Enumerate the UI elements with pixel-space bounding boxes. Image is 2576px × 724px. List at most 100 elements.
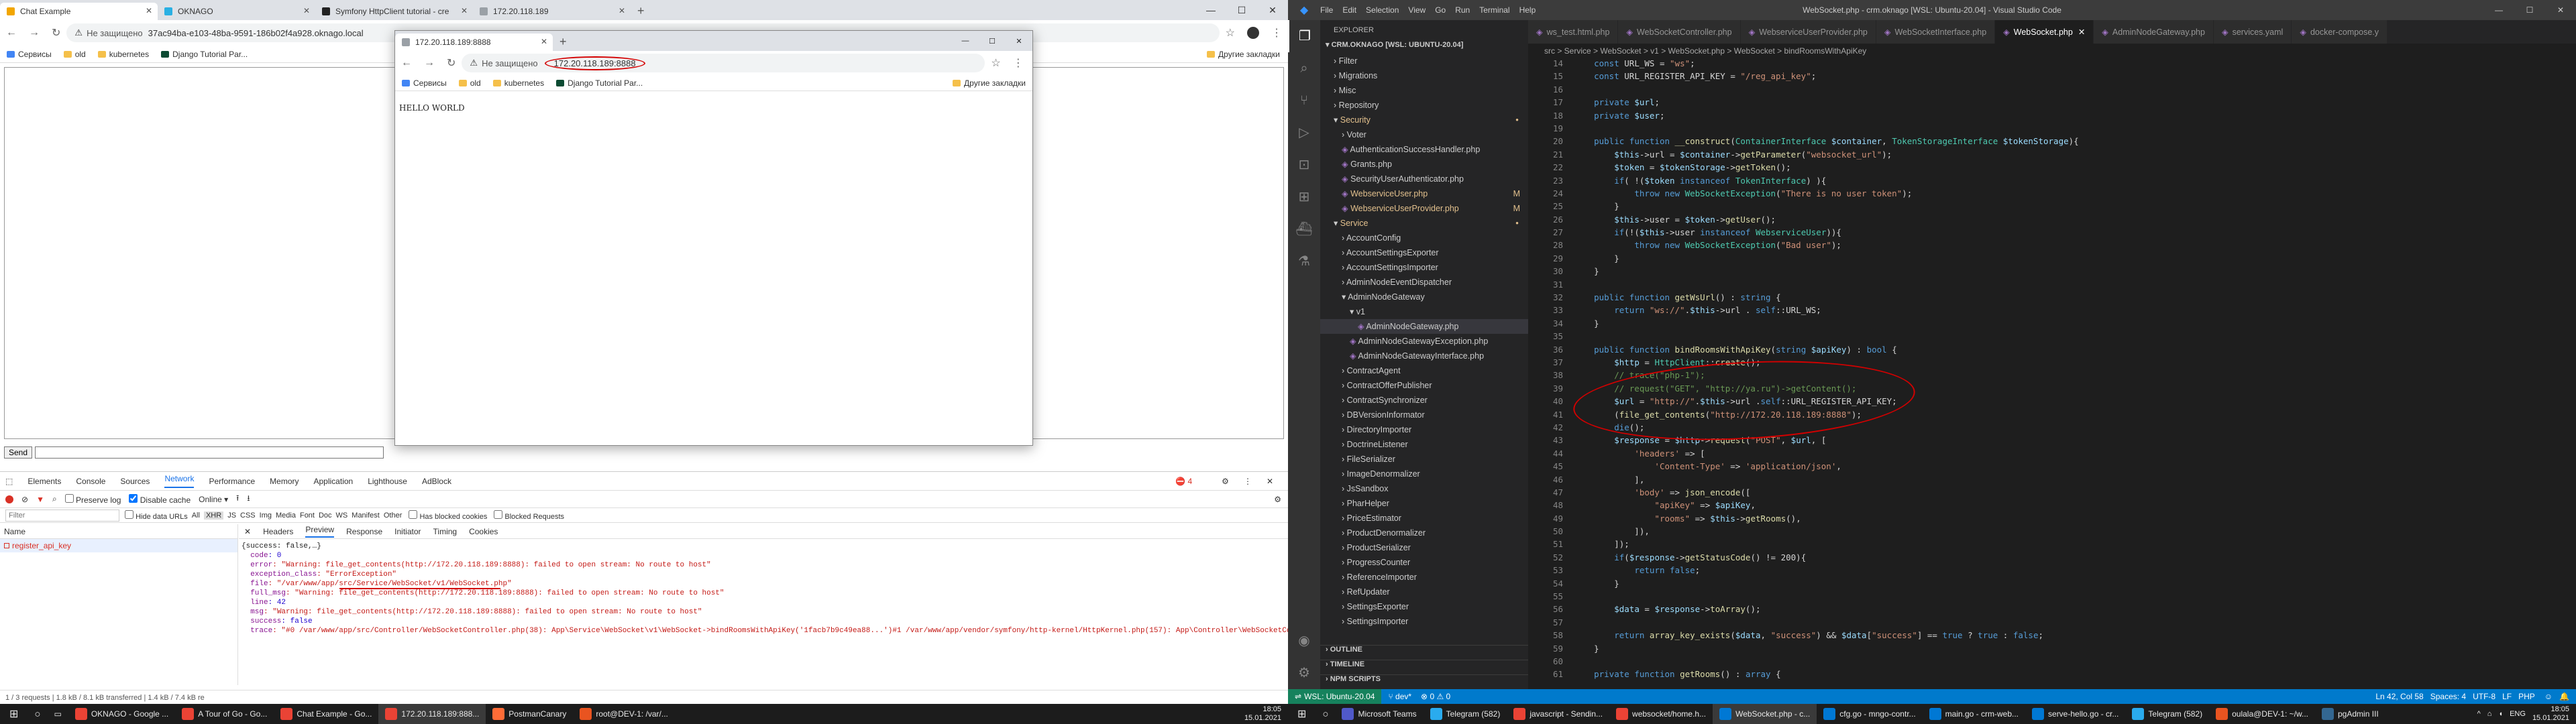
tree-item[interactable]: › SettingsImporter [1320, 614, 1528, 629]
tree-item[interactable]: › Misc [1320, 83, 1528, 98]
taskbar-app[interactable]: PostmanCanary [486, 704, 573, 724]
code-line[interactable]: 59 } [1528, 644, 2576, 656]
search-icon[interactable]: ⌕ [1288, 52, 1320, 84]
filter-manifest[interactable]: Manifest [352, 511, 380, 520]
bookmark-django[interactable]: Django Tutorial Par... [556, 78, 643, 88]
menu-icon[interactable]: ⋮ [1271, 26, 1282, 40]
tree-item[interactable]: › JsSandbox [1320, 481, 1528, 496]
other-bookmarks[interactable]: Другие закладки [1207, 50, 1280, 59]
editor-tab[interactable]: ◈ services.yaml [2213, 20, 2292, 44]
tree-item[interactable]: › ReferenceImporter [1320, 570, 1528, 585]
back-icon[interactable]: ← [401, 57, 412, 69]
start-button[interactable]: ⊞ [1288, 704, 1316, 724]
close-icon[interactable]: ✕ [303, 6, 310, 15]
close-icon[interactable]: ✕ [244, 527, 251, 536]
tab-preview[interactable]: Preview [305, 525, 335, 538]
tree-item[interactable]: › ProductDenormalizer [1320, 526, 1528, 540]
filter-other[interactable]: Other [384, 511, 402, 520]
tree-item[interactable]: › ImageDenormalizer [1320, 467, 1528, 481]
tree-item[interactable]: › DirectoryImporter [1320, 422, 1528, 437]
task-view-icon[interactable]: ▭ [47, 704, 68, 724]
code-line[interactable]: 35 [1528, 331, 2576, 344]
preserve-log-checkbox[interactable]: Preserve log [64, 493, 121, 505]
close-icon[interactable]: ✕ [541, 37, 547, 46]
close-window-icon[interactable]: ✕ [1006, 37, 1032, 46]
close-window-icon[interactable]: ✕ [2545, 5, 2576, 15]
tree-item[interactable]: › ContractSynchronizer [1320, 393, 1528, 408]
code-line[interactable]: 60 [1528, 656, 2576, 669]
new-tab-button[interactable]: + [553, 35, 574, 49]
code-line[interactable]: 16 [1528, 84, 2576, 97]
tab-application[interactable]: Application [314, 477, 354, 486]
editor-tab[interactable]: ◈ WebSocket.php ✕ [1995, 20, 2094, 44]
code-line[interactable]: 57 [1528, 617, 2576, 630]
tree-item[interactable]: ▾ Security ● [1320, 113, 1528, 127]
tab-initiator[interactable]: Initiator [394, 527, 421, 536]
notifications-icon[interactable]: 🔔 [2559, 692, 2569, 701]
editor-tab[interactable]: ◈ WebserviceUserProvider.php [1740, 20, 1876, 44]
git-branch[interactable]: ⑂ dev* [1388, 692, 1411, 701]
editor-tab[interactable]: ◈ WebSocketInterface.php [1876, 20, 1996, 44]
filter-css[interactable]: CSS [240, 511, 256, 520]
network-icon[interactable]: ⌂ [2487, 710, 2492, 719]
tree-item[interactable]: ◈ Grants.php [1320, 157, 1528, 172]
tree-item[interactable]: ◈ WebserviceUserProvider.php M [1320, 201, 1528, 216]
problems-indicator[interactable]: ⊗ 0 ⚠ 0 [1421, 692, 1450, 701]
tab-symfony[interactable]: Symfony HttpClient tutorial - cre ✕ [315, 3, 473, 20]
filter-icon[interactable]: ▼ [36, 495, 44, 504]
filter-js[interactable]: JS [227, 511, 236, 520]
tree-item[interactable]: ◈ WebserviceUser.php M [1320, 186, 1528, 201]
remote-explorer-icon[interactable]: ⊡ [1288, 149, 1320, 181]
menu-terminal[interactable]: Terminal [1479, 5, 1509, 15]
devtools-icon[interactable]: ⬚ [5, 477, 13, 486]
tab-timing[interactable]: Timing [433, 527, 458, 536]
code-line[interactable]: 49 "rooms" => $this->getRooms(), [1528, 514, 2576, 526]
taskbar-app[interactable]: main.go - crm-web... [1923, 704, 2025, 724]
taskbar-app[interactable]: oulala@DEV-1: ~/w... [2209, 704, 2315, 724]
code-line[interactable]: 24 throw new WebSocketException("There i… [1528, 188, 2576, 201]
taskbar-app[interactable]: root@DEV-1: /var/... [573, 704, 675, 724]
tab-popup-ip[interactable]: 172.20.118.189:8888 ✕ [395, 34, 553, 51]
code-line[interactable]: 55 [1528, 591, 2576, 604]
tree-item[interactable]: ◈ SecurityUserAuthenticator.php [1320, 172, 1528, 186]
code-line[interactable]: 30 } [1528, 266, 2576, 279]
tree-item[interactable]: › ContractAgent [1320, 363, 1528, 378]
bookmark-kubernetes[interactable]: kubernetes [492, 78, 544, 88]
tree-item[interactable]: › AccountSettingsImporter [1320, 260, 1528, 275]
code-line[interactable]: 36 public function bindRoomsWithApiKey(s… [1528, 345, 2576, 357]
tab-headers[interactable]: Headers [263, 527, 293, 536]
taskbar-app[interactable]: Telegram (582) [1424, 704, 1507, 724]
workspace-root[interactable]: ▾ CRM.OKNAGO [WSL: UBUNTU-20.04] [1320, 40, 1528, 54]
code-line[interactable]: 34 } [1528, 318, 2576, 331]
testing-icon[interactable]: ⚗ [1288, 245, 1320, 278]
tree-item[interactable]: › DBVersionInformator [1320, 408, 1528, 422]
forward-icon[interactable]: → [29, 27, 40, 39]
code-line[interactable]: 53 return false; [1528, 565, 2576, 578]
settings-icon[interactable]: ⚙ [1222, 477, 1229, 486]
breadcrumb[interactable]: src > Service > WebSocket > v1 > WebSock… [1528, 44, 2576, 58]
tab-adblock[interactable]: AdBlock [422, 477, 451, 486]
download-icon[interactable]: ⭳ [247, 492, 250, 506]
taskbar-app[interactable]: WebSocket.php - c... [1713, 704, 1817, 724]
tab-lighthouse[interactable]: Lighthouse [368, 477, 407, 486]
tree-item[interactable]: › Migrations [1320, 68, 1528, 83]
tab-ip[interactable]: 172.20.118.189 ✕ [473, 3, 631, 20]
code-line[interactable]: 56 $data = $response->toArray(); [1528, 604, 2576, 617]
minimize-icon[interactable]: — [1195, 5, 1226, 15]
menu-help[interactable]: Help [1519, 5, 1536, 15]
maximize-icon[interactable]: ☐ [1226, 5, 1257, 16]
bookmark-old[interactable]: old [63, 50, 86, 59]
hide-data-urls-checkbox[interactable]: Hide data URLs [125, 509, 188, 521]
code-line[interactable]: 61 private function getRooms() : array { [1528, 669, 2576, 682]
error-count-badge[interactable]: ⛔ 4 [1175, 477, 1207, 486]
language-indicator[interactable]: ENG [2510, 710, 2526, 719]
code-line[interactable]: 31 [1528, 280, 2576, 292]
remote-indicator[interactable]: ⇌ WSL: Ubuntu-20.04 [1288, 689, 1382, 704]
blocked-cookies-checkbox[interactable]: Has blocked cookies [409, 509, 487, 521]
tab-sources[interactable]: Sources [120, 477, 150, 486]
minimize-icon[interactable]: — [952, 37, 979, 46]
clock[interactable]: 18:05 15.01.2021 [2532, 705, 2569, 723]
taskbar-app[interactable]: websocket/home.h... [1609, 704, 1713, 724]
outline-section[interactable]: › OUTLINE [1320, 645, 1528, 660]
code-line[interactable]: 51 ]); [1528, 539, 2576, 552]
